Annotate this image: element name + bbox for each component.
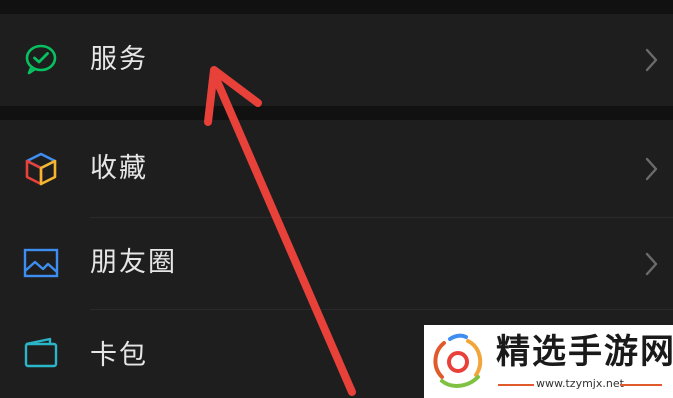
menu-item-label: 朋友圈 (90, 247, 177, 278)
menu-item-favorites[interactable]: 收藏 (0, 120, 673, 218)
chevron-right-icon (640, 250, 662, 278)
watermark-rule-right (620, 384, 662, 386)
site-logo-icon (428, 331, 490, 393)
cube-icon (22, 150, 60, 188)
chevron-right-icon (640, 155, 662, 183)
wechat-pay-check-icon (22, 40, 60, 78)
section-gap (0, 106, 673, 120)
watermark-url: www.tzymjx.net (536, 377, 624, 390)
chevron-right-icon (640, 46, 662, 74)
wallet-icon (22, 334, 60, 372)
site-watermark: 精选手游网 www.tzymjx.net (424, 325, 673, 398)
menu-item-services[interactable]: 服务 (0, 14, 673, 106)
menu-item-label: 服务 (90, 44, 148, 75)
picture-icon (22, 244, 60, 282)
menu-item-label: 收藏 (90, 153, 148, 184)
menu-item-moments[interactable]: 朋友圈 (0, 218, 673, 310)
top-spacer (0, 0, 673, 14)
watermark-title: 精选手游网 (496, 332, 673, 372)
watermark-rule-left (498, 384, 534, 386)
menu-item-label: 卡包 (90, 340, 148, 371)
wechat-me-menu-screen: 服务 收藏 朋友圈 卡包 精选手游网 www.tzymjx.net (0, 0, 673, 398)
